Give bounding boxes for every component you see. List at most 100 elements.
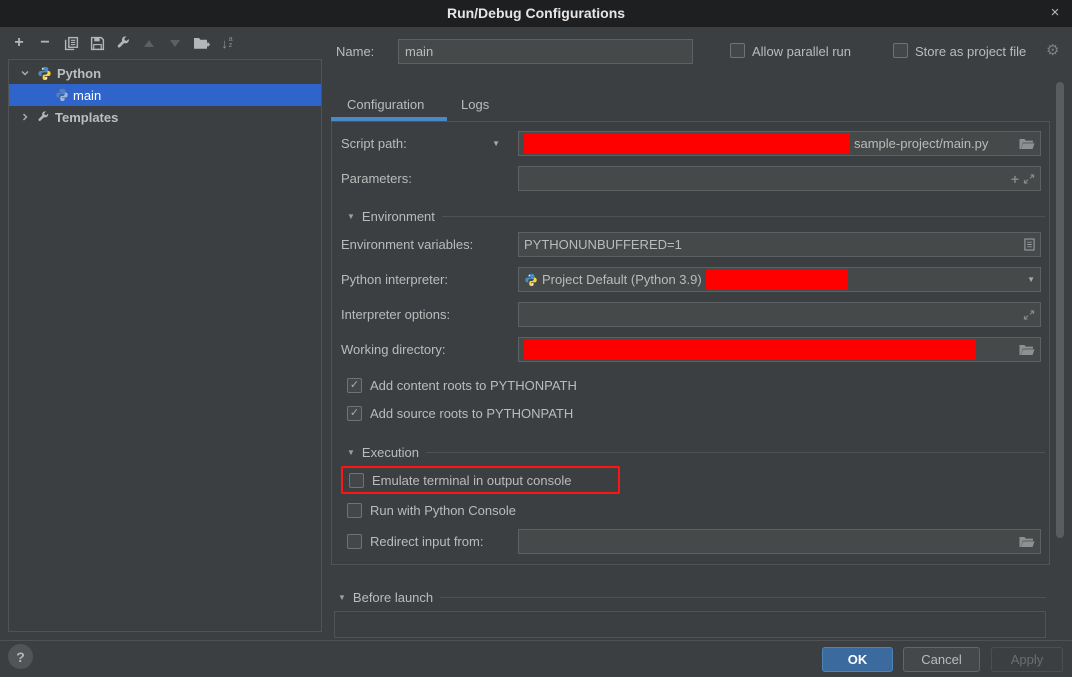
parameters-label: Parameters:	[341, 171, 412, 186]
working-directory-row: Working directory:	[341, 337, 518, 362]
parameters-field[interactable]: +	[518, 166, 1041, 191]
working-directory-field[interactable]	[518, 337, 1041, 362]
python-interpreter-select[interactable]: Project Default (Python 3.9) ▼	[518, 267, 1041, 292]
name-label: Name:	[336, 44, 374, 59]
interpreter-options-row: Interpreter options:	[341, 302, 518, 327]
folder-icon[interactable]	[1019, 344, 1035, 356]
folder-icon[interactable]	[1019, 138, 1035, 150]
cancel-button[interactable]: Cancel	[903, 647, 980, 672]
tab-logs[interactable]: Logs	[461, 97, 489, 112]
expand-field-icon[interactable]	[1023, 309, 1035, 321]
collapse-triangle-icon[interactable]: ▼	[347, 448, 355, 457]
before-launch-label: Before launch	[353, 590, 433, 605]
sidebar-item-templates[interactable]: Templates	[9, 106, 321, 128]
wrench-icon	[37, 111, 50, 124]
configurations-toolbar: + −	[8, 32, 238, 54]
environment-section-label: Environment	[362, 209, 435, 224]
store-as-project-file-checkbox[interactable]	[893, 43, 908, 58]
emulate-terminal-highlight[interactable]: Emulate terminal in output console	[341, 466, 620, 494]
parameters-row: Parameters:	[341, 166, 518, 191]
sidebar-item-main[interactable]: main	[9, 84, 321, 106]
add-configuration-button[interactable]: +	[8, 32, 30, 54]
configuration-tab-panel: Script path: ▼ sample-project/main.py Pa…	[331, 121, 1050, 565]
chevron-down-icon[interactable]	[17, 68, 33, 78]
environment-variables-label: Environment variables:	[341, 237, 473, 252]
interpreter-options-field[interactable]	[518, 302, 1041, 327]
move-down-button[interactable]	[164, 32, 186, 54]
close-icon[interactable]: ×	[1046, 4, 1064, 22]
edit-variables-icon[interactable]	[1024, 238, 1035, 251]
copy-configuration-button[interactable]	[60, 32, 82, 54]
folder-icon[interactable]	[1019, 536, 1035, 548]
section-divider	[440, 597, 1046, 598]
tree-item-label: Python	[57, 66, 101, 81]
environment-variables-row: Environment variables:	[341, 232, 518, 257]
execution-section-label: Execution	[362, 445, 419, 460]
arrow-up-icon	[144, 40, 154, 47]
arrow-down-icon	[170, 40, 180, 47]
tab-configuration[interactable]: Configuration	[347, 97, 424, 112]
dialog-footer: OK Cancel Apply	[0, 640, 1072, 677]
run-with-python-console-row[interactable]: Run with Python Console	[347, 502, 516, 519]
emulate-terminal-checkbox[interactable]	[349, 473, 364, 488]
redacted-interpreter-path	[706, 269, 848, 290]
dialog-title: Run/Debug Configurations	[0, 5, 1072, 21]
save-icon	[90, 36, 105, 51]
sidebar-item-python[interactable]: Python	[9, 62, 321, 84]
sort-configurations-button[interactable]: ↓ az	[216, 32, 238, 54]
move-up-button[interactable]	[138, 32, 160, 54]
redacted-directory-path	[524, 339, 976, 360]
ok-button[interactable]: OK	[822, 647, 893, 672]
collapse-triangle-icon[interactable]: ▼	[347, 212, 355, 221]
edit-templates-button[interactable]	[112, 32, 134, 54]
environment-variables-field[interactable]: PYTHONUNBUFFERED=1	[518, 232, 1041, 257]
name-input[interactable]	[398, 39, 693, 64]
before-launch-section-header[interactable]: ▼ Before launch	[338, 588, 1046, 606]
redirect-input-checkbox[interactable]	[347, 534, 362, 549]
python-interpreter-value: Project Default (Python 3.9)	[542, 272, 702, 287]
allow-parallel-run-label: Allow parallel run	[752, 44, 851, 59]
gear-icon[interactable]: ⚙	[1046, 41, 1059, 59]
script-path-label-box[interactable]: Script path: ▼	[341, 136, 518, 151]
chevron-down-icon[interactable]: ▼	[1027, 275, 1035, 284]
check-icon: ✓	[350, 380, 359, 391]
tree-item-label: main	[73, 88, 101, 103]
add-source-roots-label: Add source roots to PYTHONPATH	[370, 406, 573, 421]
python-icon	[524, 273, 538, 287]
execution-section-header[interactable]: ▼ Execution	[341, 443, 1045, 461]
emulate-terminal-label: Emulate terminal in output console	[372, 473, 571, 488]
redirect-input-field[interactable]	[518, 529, 1041, 554]
add-source-roots-checkbox[interactable]: ✓	[347, 406, 362, 421]
vertical-scrollbar[interactable]	[1056, 82, 1064, 538]
sort-az-icon: ↓ az	[221, 36, 232, 51]
add-content-roots-row[interactable]: ✓ Add content roots to PYTHONPATH	[347, 377, 577, 394]
run-with-python-console-checkbox[interactable]	[347, 503, 362, 518]
configurations-tree: Python main Templates	[8, 59, 322, 632]
script-path-row: Script path: ▼	[341, 131, 518, 156]
new-folder-button[interactable]	[190, 32, 212, 54]
add-macro-icon[interactable]: +	[1011, 171, 1019, 187]
before-launch-task-list[interactable]	[334, 611, 1046, 638]
redirect-input-row[interactable]: Redirect input from:	[347, 533, 483, 550]
python-interpreter-label: Python interpreter:	[341, 272, 448, 287]
python-icon	[37, 66, 52, 81]
allow-parallel-run-checkbox[interactable]	[730, 43, 745, 58]
collapse-triangle-icon[interactable]: ▼	[338, 593, 346, 602]
chevron-down-icon[interactable]: ▼	[492, 139, 500, 148]
plus-icon: +	[14, 35, 23, 51]
save-configuration-button[interactable]	[86, 32, 108, 54]
apply-button[interactable]: Apply	[991, 647, 1063, 672]
environment-section-header[interactable]: ▼ Environment	[341, 207, 1045, 225]
redacted-path-prefix	[524, 133, 850, 154]
expand-field-icon[interactable]	[1023, 173, 1035, 185]
script-path-field[interactable]: sample-project/main.py	[518, 131, 1041, 156]
add-source-roots-row[interactable]: ✓ Add source roots to PYTHONPATH	[347, 405, 573, 422]
section-divider	[442, 216, 1045, 217]
remove-configuration-button[interactable]: −	[34, 32, 56, 54]
new-folder-icon	[193, 36, 210, 50]
chevron-right-icon[interactable]	[17, 112, 33, 122]
add-content-roots-checkbox[interactable]: ✓	[347, 378, 362, 393]
python-icon	[55, 88, 69, 102]
add-content-roots-label: Add content roots to PYTHONPATH	[370, 378, 577, 393]
minus-icon: −	[40, 35, 49, 51]
